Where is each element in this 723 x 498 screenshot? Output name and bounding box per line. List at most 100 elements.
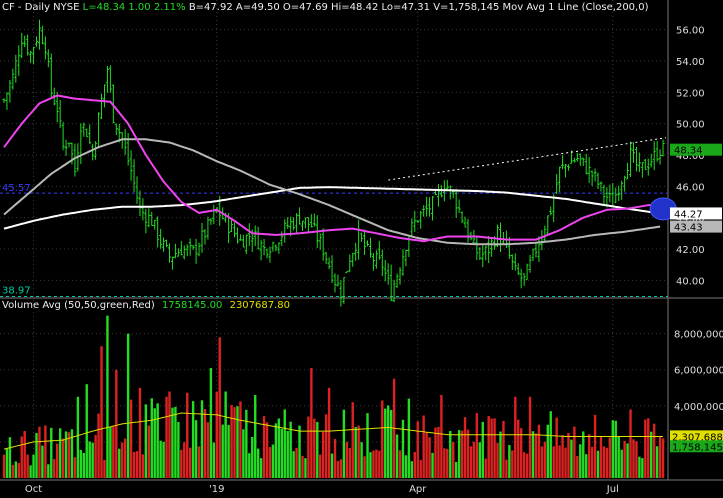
volume-bar	[242, 429, 245, 478]
volume-bar	[460, 430, 464, 478]
volume-bar	[144, 404, 148, 478]
volume-bar	[543, 441, 547, 478]
volume-bar	[384, 408, 387, 478]
volume-bar	[212, 442, 216, 478]
volume-bar	[183, 442, 186, 478]
volume-bar	[32, 454, 35, 478]
volume-bar	[472, 441, 476, 478]
volume-bar	[375, 449, 378, 478]
volume-bar	[505, 459, 508, 478]
volume-bar	[118, 448, 121, 478]
volume-bar	[112, 426, 115, 478]
volume-bar	[357, 425, 360, 478]
volume-header: Volume Avg (50,50,green,Red) 1758145.00 …	[2, 300, 290, 311]
volume-bar	[378, 450, 381, 478]
volume-bar	[348, 448, 351, 478]
volume-bar	[443, 448, 446, 478]
volume-bar	[623, 440, 626, 478]
volume-bar	[29, 465, 32, 478]
volume-bar	[295, 447, 298, 478]
volume-bar	[251, 436, 254, 478]
volume-bar	[174, 406, 177, 478]
volume-tick-label: 6,000,000	[674, 366, 723, 377]
volume-bar	[218, 337, 221, 478]
volume-bar	[419, 460, 422, 478]
price-tick-label: 56.00	[676, 26, 705, 37]
volume-bar	[446, 448, 449, 478]
volume-bar	[227, 424, 230, 478]
volume-study-label: Volume Avg (50,50,green,Red)	[2, 300, 155, 311]
volume-bar	[168, 391, 171, 478]
volume-bar	[652, 423, 656, 478]
time-tick-label: Jul	[606, 484, 619, 495]
volume-bar	[26, 454, 29, 478]
volume-bar	[230, 404, 233, 478]
volume-bar	[292, 451, 295, 478]
volume-average: 2307687.80	[229, 300, 291, 311]
volume-bar	[590, 446, 594, 478]
volume-bar	[94, 435, 97, 478]
volume-bar	[499, 431, 502, 478]
volume-bar	[431, 452, 434, 478]
volume-bar	[585, 454, 588, 478]
volume-bar	[617, 436, 620, 478]
volume-bar	[248, 453, 251, 478]
volume-bar	[50, 427, 53, 478]
ma-magenta-line	[3, 94, 661, 243]
trendline[interactable]	[388, 137, 667, 181]
volume-bar	[286, 430, 289, 478]
volume-bar	[528, 396, 532, 478]
volume-bar	[587, 434, 591, 478]
volume-bar	[395, 434, 399, 478]
volume-bar	[209, 367, 213, 478]
volume-bar	[2, 454, 6, 478]
ma-gray-tag: 43.43	[674, 223, 703, 234]
volume-bar	[307, 416, 310, 478]
volume-bar	[177, 421, 180, 478]
volume-bar	[410, 461, 414, 478]
stock-chart[interactable]: 40.0042.0044.0046.0048.0050.0052.0054.00…	[0, 0, 723, 498]
volume-bar	[324, 414, 328, 478]
volume-bar	[200, 400, 204, 478]
price-tick-label: 54.00	[676, 57, 705, 68]
volume-bar	[369, 452, 372, 478]
volume-bar	[351, 402, 354, 478]
volume-bar	[573, 426, 576, 478]
volume-bar	[552, 446, 555, 478]
volume-bar	[647, 418, 650, 478]
volume-bar	[496, 442, 499, 478]
change: 1.00	[128, 2, 151, 13]
volume-bar	[354, 426, 357, 478]
volume-bar	[487, 415, 490, 478]
volume-bar	[626, 443, 629, 478]
volume-bar	[245, 409, 248, 478]
volume-bar	[475, 413, 479, 478]
volume-bar	[567, 432, 570, 478]
ref-line-label: 38.97	[2, 285, 31, 296]
volume-bar	[162, 441, 165, 478]
volume-bar	[233, 407, 236, 478]
volume-bar	[407, 398, 411, 478]
volume-bar	[147, 425, 151, 478]
volume-bar	[206, 422, 210, 478]
volume-bar	[88, 441, 91, 478]
volume-bar	[224, 391, 227, 478]
volume-bar	[363, 456, 366, 478]
study-label: Mov Avg 1 Line (Close,200,0)	[502, 2, 649, 13]
volume-bar	[517, 419, 520, 478]
volume-bar	[85, 384, 88, 478]
volume-bar	[611, 420, 615, 478]
volume-bar	[135, 451, 139, 478]
volume-bar	[386, 405, 390, 478]
volume-bar	[561, 435, 564, 478]
volume-bar	[265, 422, 269, 478]
volume-bar	[141, 454, 145, 478]
volume-bar	[437, 426, 440, 478]
volume-bar	[481, 421, 484, 478]
volume-bar	[605, 447, 609, 478]
volume-bar	[511, 450, 514, 478]
volume-bar	[215, 391, 218, 478]
volume-bar	[608, 437, 612, 478]
open-price: O=47.69	[282, 2, 328, 13]
volume-bar	[635, 441, 638, 478]
